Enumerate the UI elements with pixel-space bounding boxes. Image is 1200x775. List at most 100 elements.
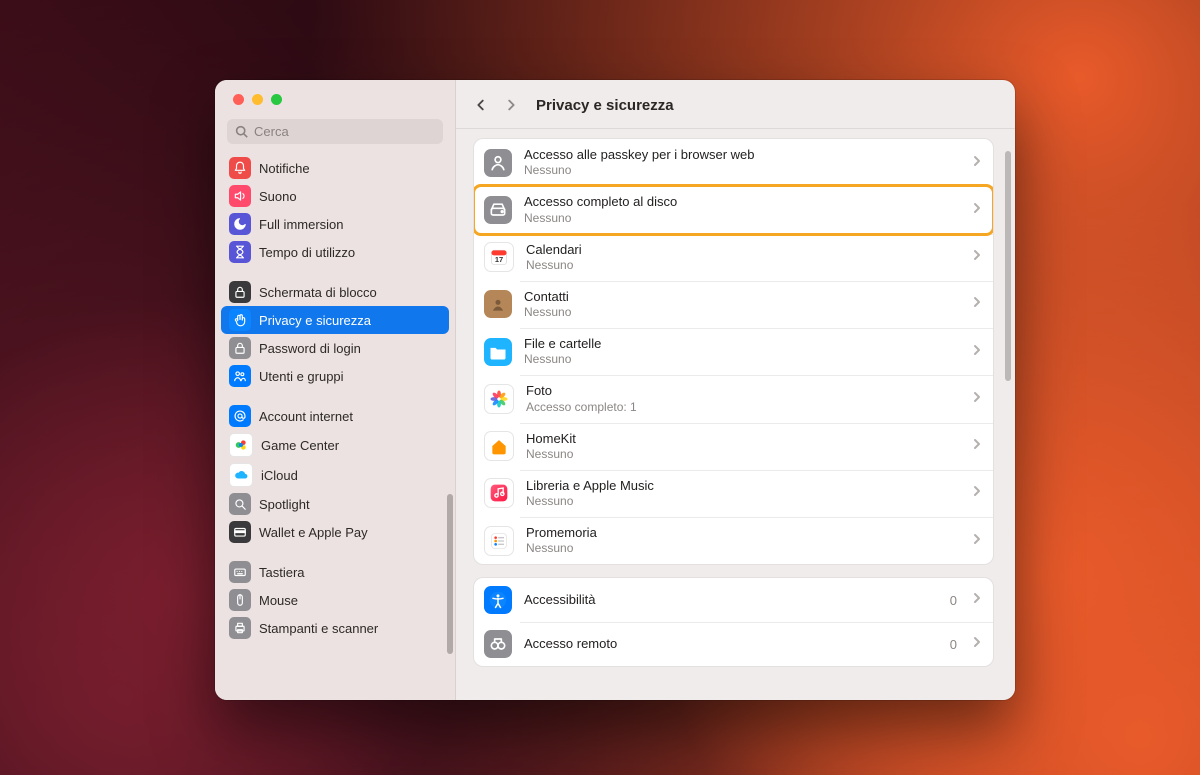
sidebar-item-label: Tastiera (259, 565, 305, 580)
chevron-right-icon (973, 390, 981, 408)
page-title: Privacy e sicurezza (536, 97, 674, 114)
sidebar-item-label: Tempo di utilizzo (259, 245, 355, 260)
sidebar-item-label: Privacy e sicurezza (259, 313, 371, 328)
row-subtitle: Nessuno (524, 211, 961, 226)
sidebar-item-suono[interactable]: Suono (221, 182, 449, 210)
settings-row-disk[interactable]: Accesso completo al discoNessuno (474, 186, 993, 233)
home-icon (484, 431, 514, 461)
chevron-right-icon (973, 295, 981, 313)
row-title: Calendari (526, 242, 961, 258)
row-subtitle: Nessuno (526, 541, 961, 556)
chevron-right-icon (973, 343, 981, 361)
settings-row-accesso-remoto[interactable]: Accesso remoto0 (474, 622, 993, 666)
sidebar-item-label: Full immersion (259, 217, 344, 232)
wallet-icon (229, 521, 251, 543)
chevron-right-icon (973, 248, 981, 266)
content-scrollbar[interactable] (1005, 151, 1011, 381)
row-text: Libreria e Apple MusicNessuno (526, 478, 961, 509)
row-subtitle: Nessuno (526, 447, 961, 462)
moon-icon (229, 213, 251, 235)
row-count: 0 (950, 593, 957, 608)
sidebar-item-label: iCloud (261, 468, 298, 483)
contacts-icon (484, 290, 512, 318)
cloud-icon (229, 463, 253, 487)
sidebar-item-password-login[interactable]: Password di login (221, 334, 449, 362)
sidebar-item-schermata-blocco[interactable]: Schermata di blocco (221, 278, 449, 306)
row-subtitle: Nessuno (524, 352, 961, 367)
sidebar-item-label: Stampanti e scanner (259, 621, 378, 636)
row-title: Promemoria (526, 525, 961, 541)
search-input[interactable]: Cerca (227, 119, 443, 144)
chevron-right-icon (973, 154, 981, 172)
row-text: CalendariNessuno (526, 242, 961, 273)
sidebar-item-label: Game Center (261, 438, 339, 453)
bell-icon (229, 157, 251, 179)
minimize-icon[interactable] (252, 94, 263, 105)
row-title: Contatti (524, 289, 961, 305)
settings-row-promemoria[interactable]: PromemoriaNessuno (474, 517, 993, 564)
sidebar-item-full-immersion[interactable]: Full immersion (221, 210, 449, 238)
window-controls (215, 80, 455, 115)
row-text: ContattiNessuno (524, 289, 961, 320)
gc-icon (229, 433, 253, 457)
back-button[interactable] (468, 92, 494, 118)
row-text: Accesso alle passkey per i browser webNe… (524, 147, 961, 178)
row-title: File e cartelle (524, 336, 961, 352)
search-icon (229, 493, 251, 515)
row-text: HomeKitNessuno (526, 431, 961, 462)
sidebar-item-label: Notifiche (259, 161, 310, 176)
chevron-right-icon (973, 484, 981, 502)
sidebar-item-label: Password di login (259, 341, 361, 356)
person-icon (484, 149, 512, 177)
settings-row-file[interactable]: File e cartelleNessuno (474, 328, 993, 375)
sidebar-item-stampanti[interactable]: Stampanti e scanner (221, 614, 449, 642)
close-icon[interactable] (233, 94, 244, 105)
sidebar-item-mouse[interactable]: Mouse (221, 586, 449, 614)
row-text: Accesso remoto (524, 636, 938, 652)
printer-icon (229, 617, 251, 639)
search-placeholder: Cerca (254, 124, 289, 139)
settings-row-passkey[interactable]: Accesso alle passkey per i browser webNe… (474, 139, 993, 186)
sidebar-scrollbar[interactable] (447, 494, 453, 654)
users-icon (229, 365, 251, 387)
settings-row-accessibilita[interactable]: Accessibilità 0 (474, 578, 993, 622)
settings-row-foto[interactable]: FotoAccesso completo: 1 (474, 375, 993, 422)
svg-text:17: 17 (495, 255, 503, 264)
disk-icon (484, 196, 512, 224)
row-subtitle: Nessuno (524, 305, 961, 320)
lock-icon (229, 281, 251, 303)
sidebar-item-label: Spotlight (259, 497, 310, 512)
sidebar-item-icloud[interactable]: iCloud (221, 460, 449, 490)
settings-card: Accessibilità 0 Accesso remoto0 (474, 578, 993, 666)
sidebar-item-privacy[interactable]: Privacy e sicurezza (221, 306, 449, 334)
chevron-right-icon (973, 532, 981, 550)
sidebar-item-account-internet[interactable]: Account internet (221, 402, 449, 430)
sidebar-item-tempo-utilizzo[interactable]: Tempo di utilizzo (221, 238, 449, 266)
sidebar-item-notifiche[interactable]: Notifiche (221, 154, 449, 182)
row-subtitle: Accesso completo: 1 (526, 400, 961, 415)
sidebar-item-utenti-gruppi[interactable]: Utenti e gruppi (221, 362, 449, 390)
settings-row-homekit[interactable]: HomeKitNessuno (474, 423, 993, 470)
forward-button[interactable] (498, 92, 524, 118)
settings-row-calendari[interactable]: 17 CalendariNessuno (474, 234, 993, 281)
photos-icon (484, 384, 514, 414)
row-text: Accesso completo al discoNessuno (524, 194, 961, 225)
sidebar-item-game-center[interactable]: Game Center (221, 430, 449, 460)
chevron-right-icon (973, 591, 981, 609)
hourglass-icon (229, 241, 251, 263)
lock-icon (229, 337, 251, 359)
zoom-icon[interactable] (271, 94, 282, 105)
sidebar-item-spotlight[interactable]: Spotlight (221, 490, 449, 518)
sidebar-item-tastiera[interactable]: Tastiera (221, 558, 449, 586)
row-text: PromemoriaNessuno (526, 525, 961, 556)
sidebar-item-wallet[interactable]: Wallet e Apple Pay (221, 518, 449, 546)
settings-row-music[interactable]: Libreria e Apple MusicNessuno (474, 470, 993, 517)
top-bar: Privacy e sicurezza (456, 80, 1015, 129)
row-title: Accesso alle passkey per i browser web (524, 147, 961, 163)
sidebar-item-label: Utenti e gruppi (259, 369, 344, 384)
mouse-icon (229, 589, 251, 611)
row-text: Accessibilità (524, 592, 938, 608)
at-icon (229, 405, 251, 427)
settings-row-contatti[interactable]: ContattiNessuno (474, 281, 993, 328)
hand-icon (229, 309, 251, 331)
